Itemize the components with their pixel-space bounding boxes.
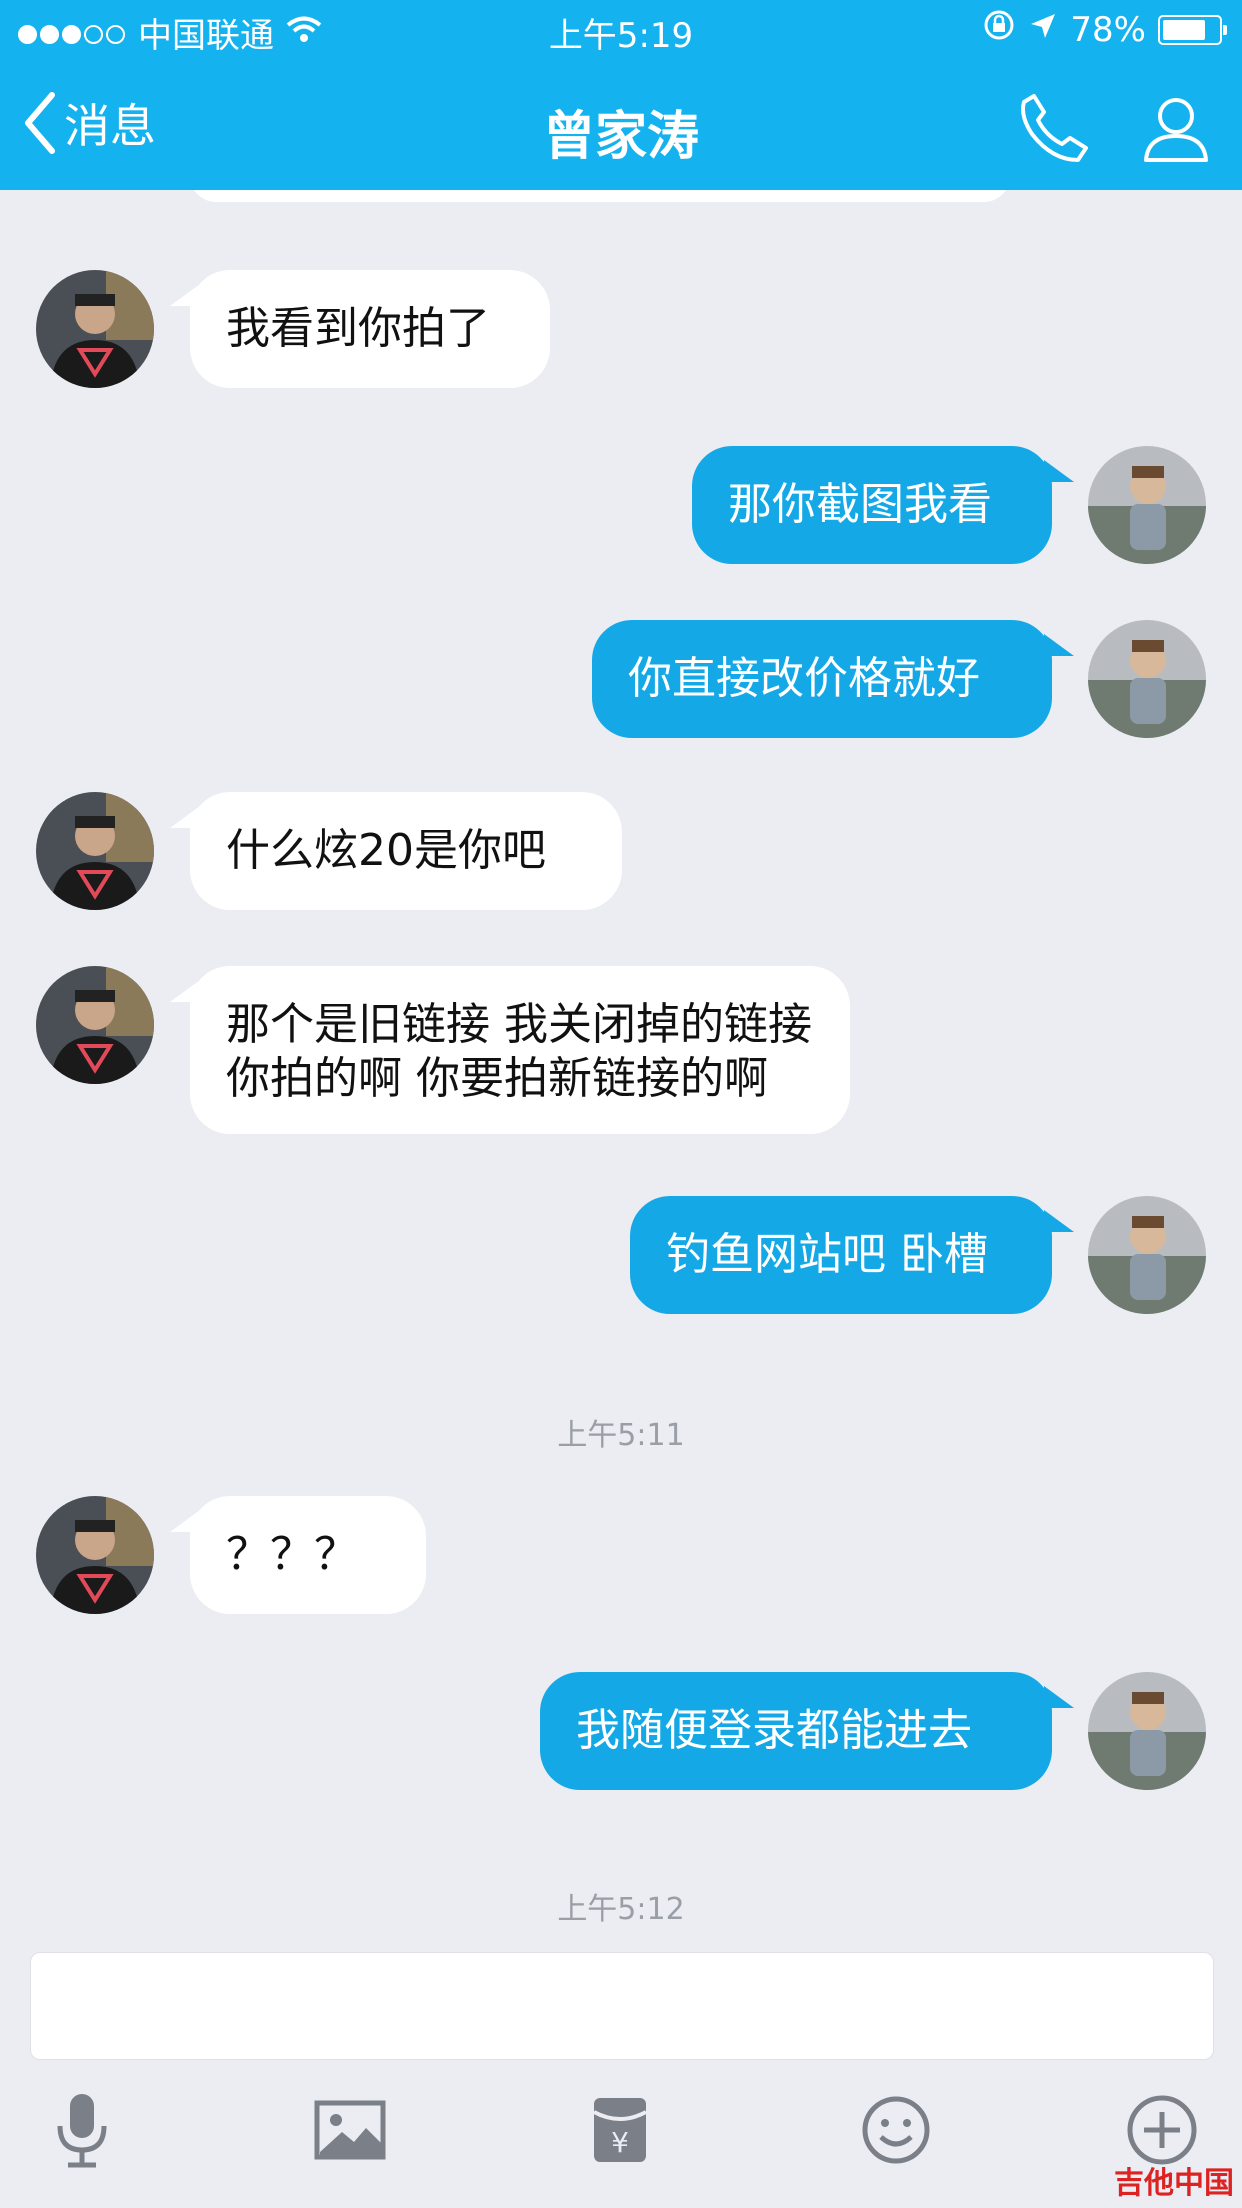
mic-icon: [57, 2094, 107, 2168]
message-input[interactable]: [30, 1952, 1214, 2060]
message-bubble[interactable]: 你直接改价格就好: [592, 620, 1052, 738]
my-avatar[interactable]: [1088, 1196, 1206, 1314]
bubble-tail: [1044, 634, 1074, 656]
status-right: 78%: [982, 8, 1227, 51]
red-packet-icon: ¥: [593, 2098, 647, 2162]
watermark-logo: 吉他中国: [1114, 2166, 1234, 2201]
bubble-tail: [170, 980, 200, 1002]
voice-button[interactable]: [42, 2090, 122, 2170]
timestamp: 上午5:12: [557, 1892, 685, 1927]
emoji-icon: [862, 2096, 930, 2164]
my-avatar[interactable]: [1088, 1672, 1206, 1790]
message-bubble[interactable]: 我看到你拍了: [190, 270, 550, 388]
chat-area[interactable]: 我看到你拍了那你截图我看你直接改价格就好什么炫20是你吧那个是旧链接 我关闭掉的…: [0, 190, 1242, 1950]
phone-call-button[interactable]: [1016, 90, 1092, 170]
image-button[interactable]: [310, 2090, 390, 2170]
timestamp: 上午5:11: [557, 1418, 685, 1453]
contact-avatar[interactable]: [36, 792, 154, 910]
message-bubble[interactable]: 我随便登录都能进去: [540, 1672, 1052, 1790]
message-bubble[interactable]: ？？？: [190, 1496, 426, 1614]
profile-button[interactable]: [1138, 90, 1214, 170]
battery-percent: 78%: [1070, 9, 1146, 50]
location-icon: [1028, 10, 1058, 50]
nav-bar: 消息 曾家涛: [0, 62, 1242, 190]
phone-icon: [1021, 94, 1088, 162]
previous-message-bubble: [190, 190, 1010, 202]
message-bubble[interactable]: 什么炫20是你吧: [190, 792, 622, 910]
message-bubble[interactable]: 那你截图我看: [692, 446, 1052, 564]
bubble-tail: [1044, 1686, 1074, 1708]
my-avatar[interactable]: [1088, 446, 1206, 564]
status-bar: 中国联通 上午5:19 78%: [0, 0, 1242, 62]
image-icon: [314, 2100, 386, 2160]
message-bubble[interactable]: 那个是旧链接 我关闭掉的链接 你拍的啊 你要拍新链接的啊: [190, 966, 850, 1134]
contact-avatar[interactable]: [36, 966, 154, 1084]
contact-avatar[interactable]: [36, 270, 154, 388]
input-toolbar: ¥: [0, 2090, 1242, 2180]
bubble-tail: [1044, 460, 1074, 482]
person-icon: [1144, 98, 1208, 162]
input-area: ¥ 吉他中国: [0, 1950, 1242, 2208]
red-packet-button[interactable]: ¥: [580, 2090, 660, 2170]
svg-text:¥: ¥: [611, 2126, 629, 2159]
bubble-tail: [170, 1510, 200, 1532]
bubble-tail: [170, 284, 200, 306]
battery-icon: [1158, 14, 1227, 45]
bubble-tail: [170, 806, 200, 828]
plus-icon: [1127, 2095, 1197, 2165]
my-avatar[interactable]: [1088, 620, 1206, 738]
contact-avatar[interactable]: [36, 1496, 154, 1614]
emoji-button[interactable]: [856, 2090, 936, 2170]
message-bubble[interactable]: 钓鱼网站吧 卧槽: [630, 1196, 1052, 1314]
orientation-lock-icon: [982, 8, 1016, 51]
bubble-tail: [1044, 1210, 1074, 1232]
